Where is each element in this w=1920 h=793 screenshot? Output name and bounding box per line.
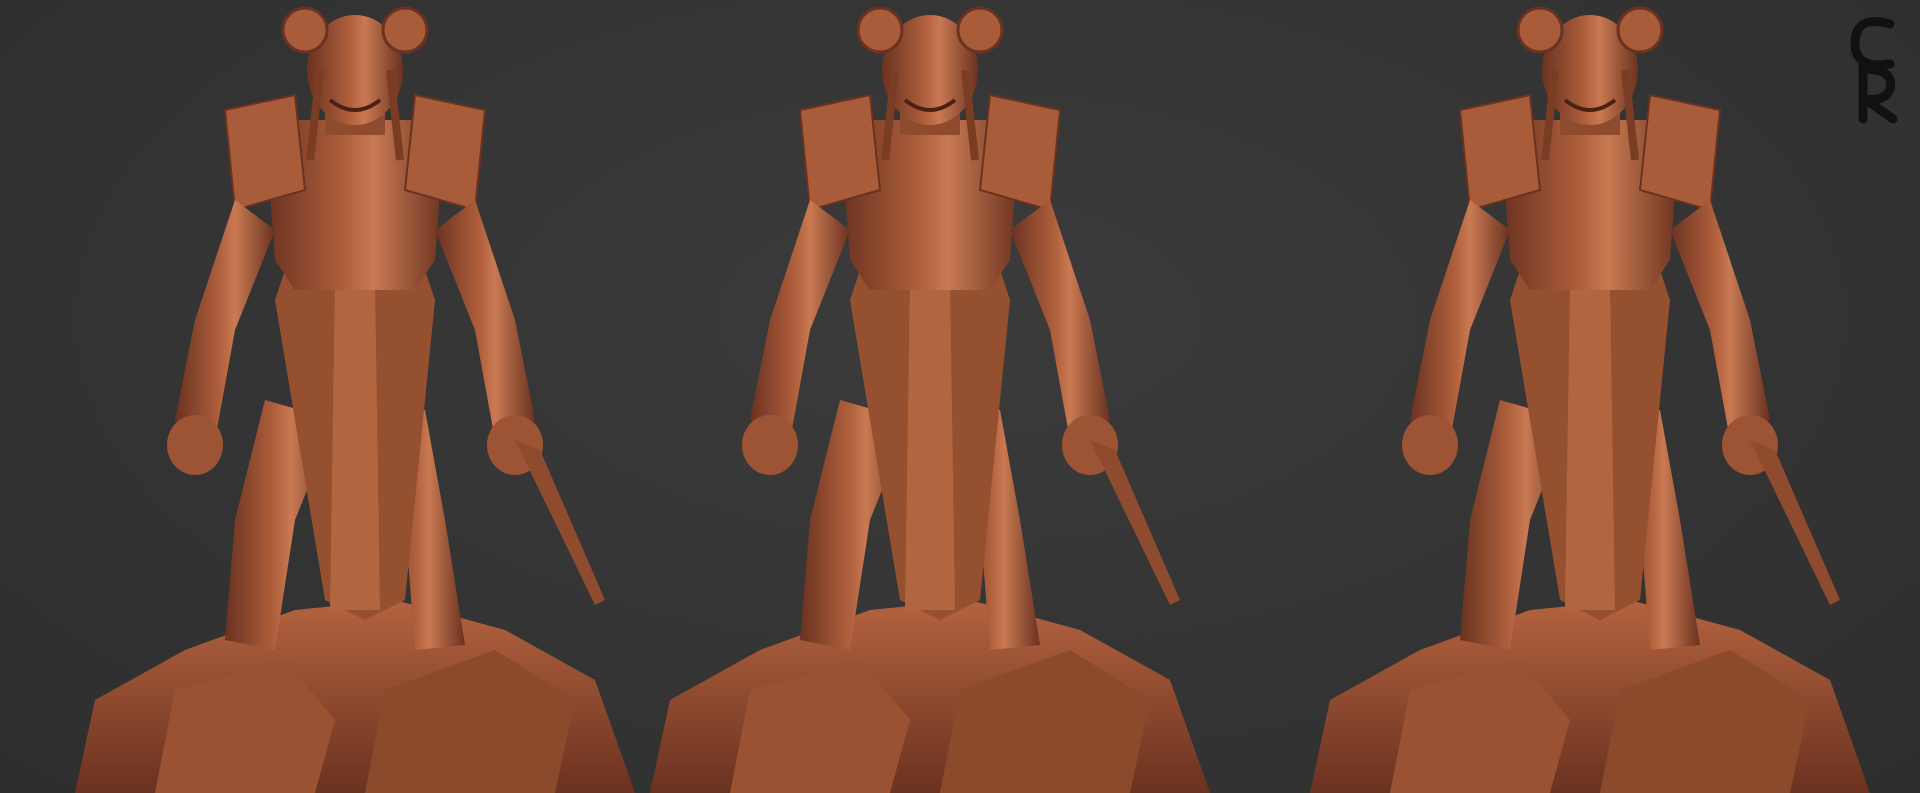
artist-logo: CR (1845, 14, 1905, 124)
character-view-front (610, 0, 1250, 793)
cr-monogram-icon (1850, 17, 1898, 124)
character-view-left (35, 0, 675, 793)
render-canvas: CR (0, 0, 1920, 793)
character-view-right (1270, 0, 1910, 793)
